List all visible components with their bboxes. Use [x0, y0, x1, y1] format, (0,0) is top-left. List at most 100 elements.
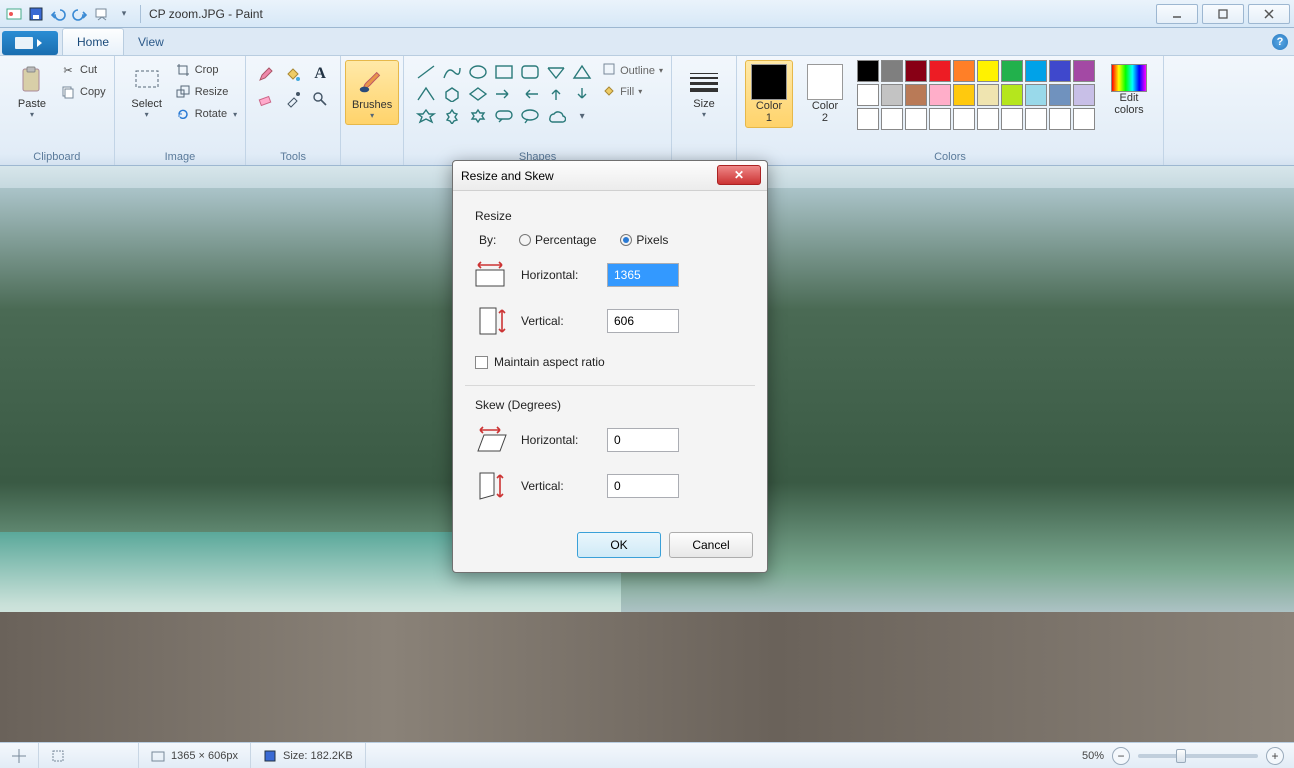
pencil-tool[interactable]	[254, 63, 278, 85]
eraser-tool[interactable]	[254, 88, 278, 110]
zoom-controls: 50% − +	[1072, 747, 1294, 765]
color2-button[interactable]: Color 2	[801, 60, 849, 128]
zoom-level: 50%	[1082, 750, 1104, 762]
shapes-more-icon[interactable]: ▾	[570, 106, 594, 126]
palette-swatch[interactable]	[1049, 108, 1071, 130]
palette-swatch[interactable]	[905, 60, 927, 82]
paste-icon	[16, 64, 48, 96]
palette-swatch[interactable]	[881, 60, 903, 82]
copy-icon	[60, 84, 76, 100]
status-bar: 1365 × 606px Size: 182.2KB 50% − +	[0, 742, 1294, 768]
palette-swatch[interactable]	[1025, 108, 1047, 130]
group-label-colors: Colors	[934, 149, 966, 163]
help-icon[interactable]: ?	[1272, 34, 1288, 50]
copy-button[interactable]: Copy	[60, 82, 106, 102]
rotate-button[interactable]: Rotate▾	[175, 104, 237, 124]
window-buttons	[1156, 4, 1294, 24]
qat-dropdown-icon[interactable]	[94, 6, 110, 22]
tab-view[interactable]: View	[124, 28, 178, 55]
dialog-close-button[interactable]: ✕	[717, 165, 761, 185]
ribbon: Paste▾ ✂Cut Copy Clipboard Select▾ Crop …	[0, 56, 1294, 166]
skew-h-label: Horizontal:	[521, 433, 607, 447]
palette-swatch[interactable]	[977, 84, 999, 106]
edit-colors-button[interactable]: Edit colors	[1103, 60, 1155, 120]
zoom-in-button[interactable]: +	[1266, 747, 1284, 765]
edit-colors-icon	[1111, 64, 1147, 92]
palette-swatch[interactable]	[1073, 84, 1095, 106]
file-menu-button[interactable]	[2, 31, 58, 55]
fill-button[interactable]: Fill ▾	[602, 83, 663, 100]
brushes-button[interactable]: Brushes▾	[345, 60, 399, 125]
maximize-button[interactable]	[1202, 4, 1244, 24]
cut-button[interactable]: ✂Cut	[60, 60, 106, 80]
fill-tool[interactable]	[281, 63, 305, 85]
palette-swatch[interactable]	[905, 84, 927, 106]
palette-swatch[interactable]	[1049, 84, 1071, 106]
resize-v-label: Vertical:	[521, 314, 607, 328]
maintain-aspect-checkbox[interactable]: Maintain aspect ratio	[475, 355, 605, 369]
palette-swatch[interactable]	[857, 60, 879, 82]
palette-swatch[interactable]	[929, 60, 951, 82]
color2-well	[807, 64, 843, 100]
palette-swatch[interactable]	[881, 108, 903, 130]
crop-button[interactable]: Crop	[175, 60, 237, 80]
palette-swatch[interactable]	[953, 108, 975, 130]
magnifier-tool[interactable]	[308, 88, 332, 110]
palette-swatch[interactable]	[929, 84, 951, 106]
skew-vertical-input[interactable]	[607, 474, 679, 498]
zoom-thumb[interactable]	[1176, 749, 1186, 763]
dialog-titlebar[interactable]: Resize and Skew ✕	[453, 161, 767, 191]
palette-swatch[interactable]	[1001, 84, 1023, 106]
palette-swatch[interactable]	[1001, 108, 1023, 130]
tab-home[interactable]: Home	[62, 28, 124, 55]
palette-swatch[interactable]	[953, 60, 975, 82]
resize-vertical-input[interactable]	[607, 309, 679, 333]
group-colors: Color 1 Color 2 Edit colors Colors	[737, 56, 1164, 165]
palette-swatch[interactable]	[1073, 60, 1095, 82]
select-icon	[131, 64, 163, 96]
color1-button[interactable]: Color 1	[745, 60, 793, 128]
ok-button[interactable]: OK	[577, 532, 661, 558]
palette-swatch[interactable]	[953, 84, 975, 106]
palette-swatch[interactable]	[1049, 60, 1071, 82]
palette-swatch[interactable]	[857, 108, 879, 130]
minimize-button[interactable]	[1156, 4, 1198, 24]
palette-swatch[interactable]	[881, 84, 903, 106]
close-button[interactable]	[1248, 4, 1290, 24]
palette-swatch[interactable]	[929, 108, 951, 130]
shapes-gallery[interactable]: ▾	[412, 60, 596, 128]
resize-button[interactable]: Resize	[175, 82, 237, 102]
save-icon[interactable]	[28, 6, 44, 22]
palette-swatch[interactable]	[1025, 60, 1047, 82]
cancel-button[interactable]: Cancel	[669, 532, 753, 558]
text-tool[interactable]: A	[308, 63, 332, 85]
palette-swatch[interactable]	[977, 108, 999, 130]
select-button[interactable]: Select▾	[123, 60, 171, 123]
paste-button[interactable]: Paste▾	[8, 60, 56, 123]
size-button[interactable]: Size▾	[680, 60, 728, 123]
palette-swatch[interactable]	[977, 60, 999, 82]
skew-horizontal-input[interactable]	[607, 428, 679, 452]
skew-horizontal-icon	[469, 422, 511, 458]
outline-button[interactable]: Outline ▾	[602, 62, 663, 79]
radio-pixels[interactable]: Pixels	[620, 233, 668, 247]
radio-percentage[interactable]: Percentage	[519, 233, 596, 247]
redo-icon[interactable]	[72, 6, 88, 22]
palette-swatch[interactable]	[857, 84, 879, 106]
resize-horizontal-input[interactable]	[607, 263, 679, 287]
color1-well	[751, 64, 787, 100]
zoom-slider[interactable]	[1138, 754, 1258, 758]
qat-customize-icon[interactable]: ▾	[116, 6, 132, 22]
resize-icon	[175, 84, 191, 100]
palette-swatch[interactable]	[1001, 60, 1023, 82]
skew-vertical-icon	[469, 468, 511, 504]
palette-swatch[interactable]	[1073, 108, 1095, 130]
palette-swatch[interactable]	[1025, 84, 1047, 106]
color-palette[interactable]	[857, 60, 1095, 130]
group-shapes: ▾ Outline ▾ Fill ▾ Shapes	[404, 56, 672, 165]
undo-icon[interactable]	[50, 6, 66, 22]
palette-swatch[interactable]	[905, 108, 927, 130]
zoom-out-button[interactable]: −	[1112, 747, 1130, 765]
picker-tool[interactable]	[281, 88, 305, 110]
rotate-icon	[175, 106, 191, 122]
